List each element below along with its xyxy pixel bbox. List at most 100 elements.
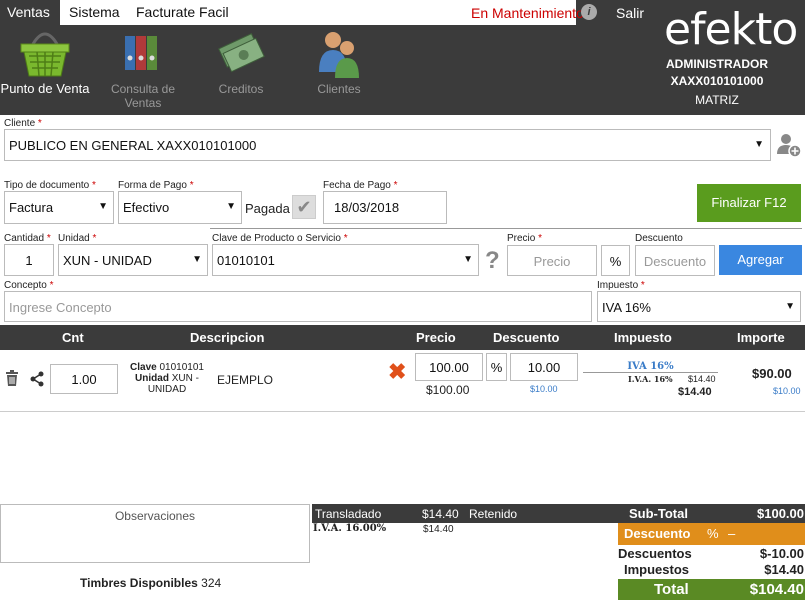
- money-icon: [211, 28, 271, 78]
- share-icon[interactable]: [29, 371, 45, 387]
- delete-icon[interactable]: ✖: [388, 359, 406, 385]
- percent-toggle[interactable]: %: [601, 245, 630, 276]
- timbres-count: 324: [201, 576, 222, 590]
- trasladado-amount: $14.40: [422, 507, 459, 521]
- cliente-select[interactable]: PUBLICO EN GENERAL XAXX010101000 ▼: [4, 129, 771, 161]
- finalizar-button[interactable]: Finalizar F12: [697, 184, 801, 222]
- impuestos-value: $14.40: [764, 562, 804, 577]
- tipo-documento-select[interactable]: Factura ▼: [4, 191, 114, 224]
- impuestos-label: Impuestos: [624, 562, 690, 577]
- menu-facturate-facil[interactable]: Facturate Facil: [136, 4, 229, 20]
- pagada-label: Pagada: [245, 201, 290, 216]
- help-icon[interactable]: ?: [485, 247, 500, 275]
- cliente-label: Cliente *: [4, 118, 42, 129]
- chevron-down-icon: ▼: [98, 201, 108, 212]
- cantidad-label: Cantidad *: [4, 233, 51, 244]
- descuentos-label: Descuentos: [618, 546, 692, 561]
- row-clave: Clave 01010101 Unidad XUN - UNIDAD: [128, 362, 206, 395]
- descuento-input[interactable]: Descuento: [635, 245, 715, 276]
- chevron-down-icon: ▼: [785, 301, 795, 312]
- cantidad-input[interactable]: 1: [4, 244, 54, 276]
- row-descuento-input[interactable]: 10.00: [510, 353, 578, 381]
- concepto-label: Concepto *: [4, 280, 54, 291]
- users-icon: [309, 28, 369, 78]
- subtotal-value: $100.00: [757, 506, 804, 521]
- row-precio-sub: $100.00: [426, 383, 470, 397]
- user-branch: MATRIZ: [695, 93, 739, 107]
- table-header: Cnt Descripcion Precio Descuento Impuest…: [0, 325, 805, 350]
- fecha-pago-input[interactable]: 18/03/2018: [323, 191, 447, 224]
- basket-icon: [15, 28, 75, 78]
- toolbar-creditos[interactable]: Creditos: [191, 28, 291, 96]
- row-precio-input[interactable]: 100.00: [415, 353, 483, 381]
- total-value: $104.40: [749, 581, 804, 598]
- clave-value: 01010101: [217, 253, 275, 268]
- add-user-icon[interactable]: [776, 132, 802, 158]
- total-label: Total: [654, 581, 689, 598]
- descuentos-value: $-10.00: [759, 546, 804, 561]
- header-cnt: Cnt: [62, 330, 84, 345]
- observaciones-box[interactable]: Observaciones: [0, 504, 310, 563]
- subtotal-label: Sub-Total: [629, 506, 688, 521]
- iva-amount: $14.40: [423, 524, 454, 535]
- pagada-checkbox[interactable]: ✔: [292, 195, 316, 219]
- forma-value: Efectivo: [123, 200, 170, 215]
- user-info: ADMINISTRADOR XAXX010101000 MATRIZ: [637, 56, 797, 109]
- descuento-row[interactable]: Descuento % –: [618, 523, 805, 545]
- row-impuesto-total: $14.40: [678, 386, 712, 398]
- menu-sistema[interactable]: Sistema: [69, 4, 120, 20]
- descuento-label: Descuento: [635, 233, 683, 244]
- row-percent-toggle[interactable]: %: [486, 353, 507, 381]
- precio-input[interactable]: Precio: [507, 245, 597, 276]
- brand-logo: efekto: [664, 4, 798, 55]
- user-rfc: XAXX010101000: [670, 74, 764, 88]
- chevron-down-icon: ▼: [226, 201, 236, 212]
- maintenance-link[interactable]: En Mantenimiento: [471, 5, 584, 21]
- clave-producto-select[interactable]: 01010101 ▼: [212, 244, 479, 276]
- header-importe: Importe: [737, 330, 785, 345]
- menu-ventas[interactable]: Ventas: [0, 0, 60, 25]
- row-descripcion: EJEMPLO: [217, 373, 274, 387]
- header-descripcion: Descripcion: [190, 330, 265, 345]
- row-cnt-input[interactable]: 1.00: [50, 364, 118, 394]
- impuesto-select[interactable]: IVA 16% ▼: [597, 291, 801, 322]
- descuento-pct: %: [707, 526, 719, 541]
- observaciones-label: Observaciones: [114, 509, 196, 523]
- clave-val: 01010101: [159, 362, 204, 373]
- header-impuesto: Impuesto: [614, 330, 672, 345]
- binders-icon: [113, 28, 173, 78]
- logout-link[interactable]: Salir: [616, 5, 644, 21]
- unidad-label: Unidad *: [58, 233, 97, 244]
- impuesto-label: Impuesto *: [597, 280, 645, 291]
- toolbar-label: Consulta de Ventas: [110, 82, 176, 110]
- descuento-dash: –: [728, 526, 736, 541]
- toolbar-label: Clientes: [317, 82, 361, 96]
- toolbar-punto-de-venta[interactable]: Punto de Venta: [0, 28, 95, 96]
- toolbar-label: Creditos: [218, 82, 264, 96]
- clave-lbl: Clave: [130, 362, 157, 373]
- row-importe-sub: $10.00: [773, 386, 801, 396]
- forma-pago-select[interactable]: Efectivo ▼: [118, 191, 242, 224]
- info-icon[interactable]: i: [581, 4, 597, 20]
- toolbar-consulta-ventas[interactable]: Consulta de Ventas: [93, 28, 193, 110]
- chevron-down-icon: ▼: [754, 139, 764, 150]
- trash-icon[interactable]: [5, 370, 19, 386]
- toolbar-clientes[interactable]: Clientes: [289, 28, 389, 96]
- unidad-select[interactable]: XUN - UNIDAD ▼: [58, 244, 208, 276]
- trasladado-label: Translad­ado: [315, 507, 382, 521]
- unidad-value: XUN - UNIDAD: [63, 253, 152, 268]
- chevron-down-icon: ▼: [463, 254, 473, 265]
- chevron-down-icon: ▼: [192, 254, 202, 265]
- row-importe: $90.00: [752, 366, 792, 381]
- concepto-input[interactable]: Ingrese Concepto: [4, 291, 592, 322]
- clave-label: Clave de Producto o Servicio *: [212, 233, 348, 244]
- descuento-label: Descuento: [624, 526, 691, 541]
- cliente-value: PUBLICO EN GENERAL XAXX010101000: [9, 138, 257, 153]
- agregar-button[interactable]: Agregar: [719, 245, 802, 275]
- iva-line: I.V.A. 16.00%: [313, 523, 387, 534]
- timbres-label: Timbres Disponibles: [80, 576, 198, 590]
- toolbar-label: Punto de Venta: [0, 81, 90, 96]
- retenido-label: Retenido: [469, 507, 518, 521]
- row-descuento-sub: $10.00: [530, 384, 558, 394]
- header-descuento: Descuento: [493, 330, 560, 345]
